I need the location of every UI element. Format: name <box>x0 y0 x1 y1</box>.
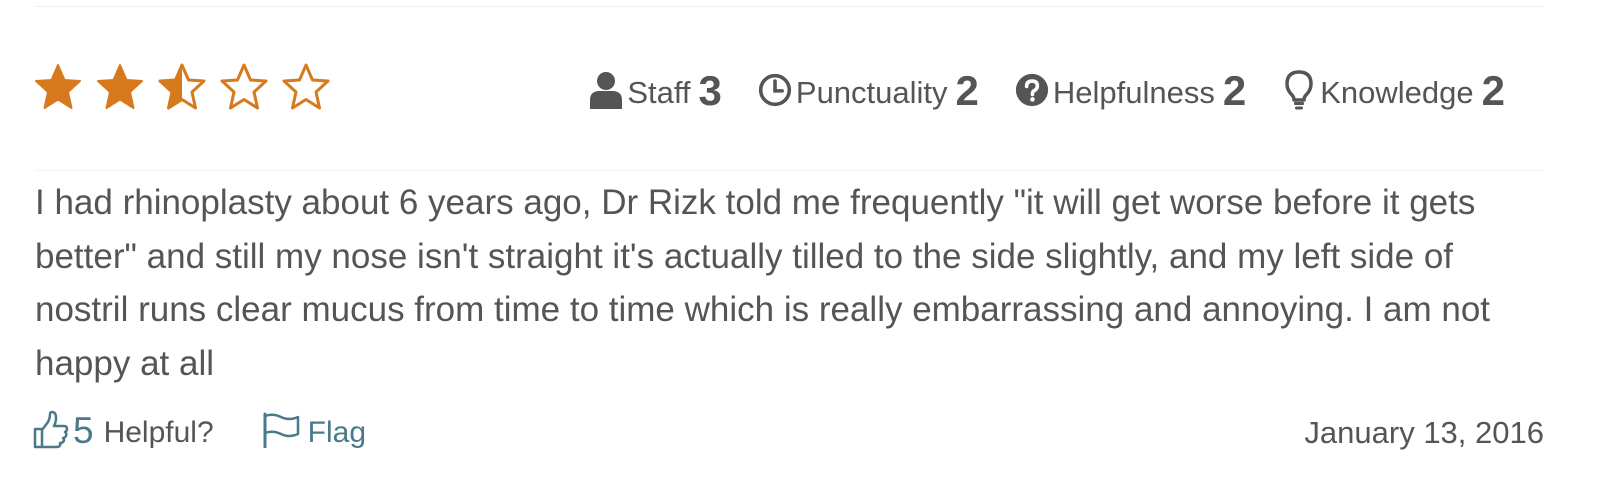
metric-punctuality: Punctuality 2 <box>758 70 979 112</box>
metric-value: 2 <box>1222 67 1247 114</box>
flag-label: Flag <box>307 416 367 449</box>
helpful-count: 5 <box>73 409 94 451</box>
review-date: January 13, 2016 <box>1304 415 1544 450</box>
metric-staff: Staff 3 <box>589 70 722 112</box>
flag-icon <box>263 412 299 448</box>
thumbs-up-icon[interactable] <box>33 410 69 450</box>
star-half-icon <box>158 63 206 110</box>
helpful-button[interactable]: Helpful? <box>104 418 214 448</box>
metric-knowledge: Knowledge 2 <box>1282 70 1505 112</box>
metric-label: Knowledge <box>1320 75 1474 110</box>
metric-value: 2 <box>955 67 979 114</box>
star-full-icon <box>35 64 81 109</box>
star-rating <box>33 62 331 112</box>
metric-value: 3 <box>698 67 722 114</box>
review-text: I had rhinoplasty about 6 years ago, Dr … <box>35 183 1491 383</box>
star-empty-icon <box>220 63 268 110</box>
lightbulb-icon <box>1282 70 1316 110</box>
metric-value: 2 <box>1481 67 1505 114</box>
metric-helpfulness: Helpfulness 2 <box>1015 70 1246 112</box>
clock-icon <box>758 70 792 110</box>
content-divider <box>35 170 1545 171</box>
star-empty-icon <box>282 63 330 110</box>
user-icon <box>589 70 623 110</box>
question-circle-icon <box>1015 70 1049 110</box>
star-full-icon <box>97 64 143 109</box>
review-footer: 5 Helpful? Flag <box>33 410 366 450</box>
flag-button[interactable]: Flag <box>262 412 366 448</box>
top-divider <box>35 6 1545 7</box>
metric-label: Punctuality <box>795 75 948 110</box>
rating-metrics: Staff 3 Punctuality 2 Helpfulness 2 Know… <box>589 60 1505 112</box>
metric-label: Helpfulness <box>1052 75 1215 110</box>
metric-label: Staff <box>627 75 691 110</box>
